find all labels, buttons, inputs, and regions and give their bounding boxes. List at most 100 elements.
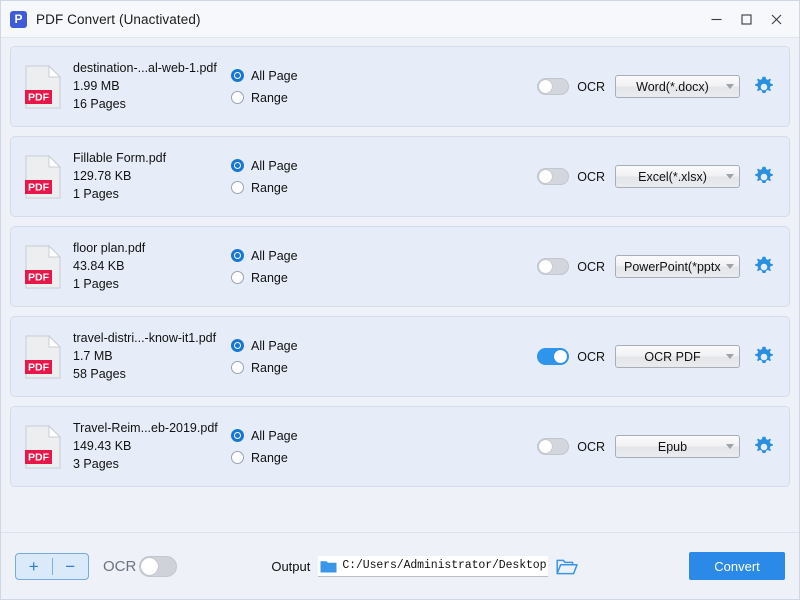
file-name: Travel-Reim...eb-2019.pdf [73,421,218,435]
radio-all-page-indicator[interactable] [231,69,244,82]
ocr-toggle-knob [539,170,553,183]
pdf-file-icon: PDF [25,424,61,469]
output-path-field[interactable]: C:/Users/Administrator/Desktop [318,555,549,577]
radio-range[interactable]: Range [231,357,341,379]
radio-all-page-indicator[interactable] [231,159,244,172]
file-size: 1.7 MB [73,349,113,363]
radio-all-page-indicator[interactable] [231,429,244,442]
open-folder-icon[interactable] [556,557,579,576]
radio-range-label: Range [251,180,288,195]
window-controls [701,1,799,37]
file-size: 1.99 MB [73,79,120,93]
output-format-value: Epub [657,439,688,454]
output-format-dropdown[interactable]: PowerPoint(*pptx) [615,255,740,278]
ocr-toggle[interactable] [537,258,570,275]
radio-range-label: Range [251,90,288,105]
radio-all-page[interactable]: All Page [231,155,341,177]
output-format-dropdown[interactable]: Epub [615,435,740,458]
file-name: Fillable Form.pdf [73,151,167,165]
output-format-dropdown[interactable]: Excel(*.xlsx) [615,165,740,188]
output-path-value: C:/Users/Administrator/Desktop [342,559,547,572]
page-range-radio-group[interactable]: All Page Range [231,425,341,469]
radio-all-page-indicator[interactable] [231,249,244,262]
ocr-label: OCR [577,259,605,274]
output-format-dropdown[interactable]: Word(*.docx) [615,75,740,98]
radio-all-page-indicator[interactable] [231,339,244,352]
file-row[interactable]: PDF floor plan.pdf 43.84 KB 1 Pages All … [10,226,790,307]
chevron-down-icon[interactable] [721,174,739,179]
chevron-down-icon[interactable] [721,84,739,89]
radio-all-page[interactable]: All Page [231,245,341,267]
radio-all-page[interactable]: All Page [231,425,341,447]
ocr-label: OCR [577,169,605,184]
svg-text:PDF: PDF [28,91,50,103]
svg-text:PDF: PDF [28,271,50,283]
pdf-convert-window: P PDF Convert (Unactivated) PDF destinat… [0,0,800,600]
chevron-down-icon[interactable] [721,264,739,269]
folder-icon [320,559,337,573]
page-range-radio-group[interactable]: All Page Range [231,155,341,199]
global-ocr-toggle[interactable] [139,555,178,577]
radio-range[interactable]: Range [231,177,341,199]
maximize-icon[interactable] [731,1,761,38]
gear-icon[interactable] [753,346,775,368]
radio-range[interactable]: Range [231,267,341,289]
pdf-file-icon: PDF [25,334,61,379]
output-format-value: OCR PDF [644,349,701,364]
radio-range[interactable]: Range [231,447,341,469]
gear-icon[interactable] [753,166,775,188]
file-row[interactable]: PDF travel-distri...-know-it1.pdf 1.7 MB… [10,316,790,397]
file-row[interactable]: PDF Fillable Form.pdf 129.78 KB 1 Pages … [10,136,790,217]
radio-all-page-label: All Page [251,68,298,83]
add-remove-group[interactable]: + − [15,552,89,580]
window-title: PDF Convert (Unactivated) [36,11,201,27]
file-row[interactable]: PDF Travel-Reim...eb-2019.pdf 149.43 KB … [10,406,790,487]
ocr-toggle-knob [554,350,568,363]
ocr-label: OCR [577,349,605,364]
ocr-toggle-knob [539,440,553,453]
radio-range-indicator[interactable] [231,181,244,194]
file-name: travel-distri...-know-it1.pdf [73,331,217,345]
output-format-dropdown[interactable]: OCR PDF [615,345,740,368]
radio-range-indicator[interactable] [231,451,244,464]
file-row[interactable]: PDF destination-...al-web-1.pdf 1.99 MB … [10,46,790,127]
svg-text:PDF: PDF [28,361,50,373]
radio-all-page-label: All Page [251,338,298,353]
ocr-toggle[interactable] [537,168,570,185]
radio-all-page[interactable]: All Page [231,335,341,357]
radio-range-indicator[interactable] [231,91,244,104]
file-size: 129.78 KB [73,169,132,183]
page-range-radio-group[interactable]: All Page Range [231,335,341,379]
output-label: Output [271,558,311,574]
file-info: Travel-Reim...eb-2019.pdf 149.43 KB 3 Pa… [73,420,225,473]
bottom-toolbar: + − OCR Output C:/Users/Administrator/De… [1,532,799,599]
convert-button[interactable]: Convert [689,552,785,580]
add-file-button[interactable]: + [16,554,52,579]
gear-icon[interactable] [753,76,775,98]
chevron-down-icon[interactable] [721,444,739,449]
minimize-icon[interactable] [701,1,731,38]
remove-file-button[interactable]: − [53,554,89,579]
ocr-toggle[interactable] [537,438,570,455]
ocr-toggle-knob [539,80,553,93]
gear-icon[interactable] [753,256,775,278]
file-pages: 3 Pages [73,457,119,471]
radio-all-page[interactable]: All Page [231,65,341,87]
radio-range-indicator[interactable] [231,361,244,374]
radio-range-indicator[interactable] [231,271,244,284]
svg-text:PDF: PDF [28,181,50,193]
file-size: 43.84 KB [73,259,125,273]
pdf-file-icon: PDF [25,244,61,289]
file-list[interactable]: PDF destination-...al-web-1.pdf 1.99 MB … [1,38,799,532]
ocr-toggle[interactable] [537,78,570,95]
page-range-radio-group[interactable]: All Page Range [231,245,341,289]
radio-range[interactable]: Range [231,87,341,109]
page-range-radio-group[interactable]: All Page Range [231,65,341,109]
ocr-label: OCR [577,439,605,454]
ocr-toggle[interactable] [537,348,570,365]
global-ocr-toggle-knob [141,557,159,575]
gear-icon[interactable] [753,436,775,458]
close-icon[interactable] [761,1,791,38]
output-format-value: Excel(*.xlsx) [638,169,707,184]
chevron-down-icon[interactable] [721,354,739,359]
